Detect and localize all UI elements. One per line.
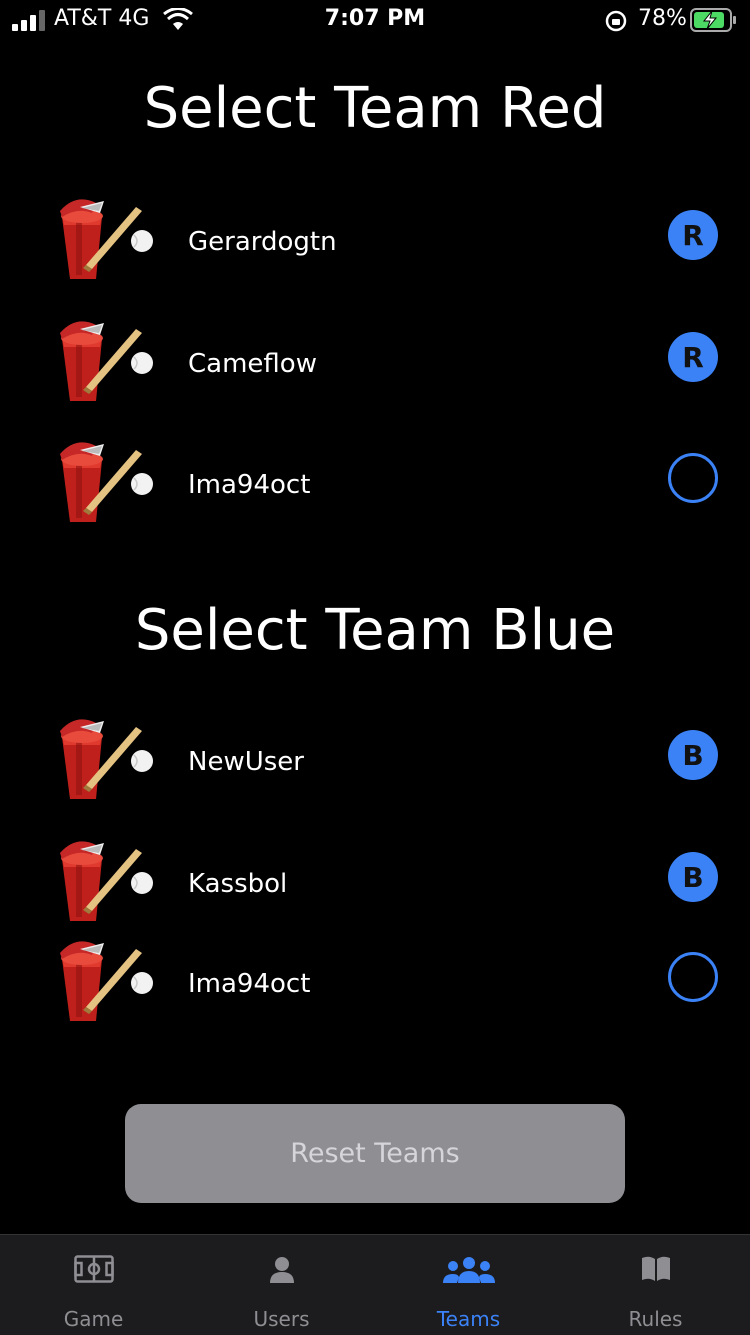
status-bar: AT&T 4G 7:07 PM 78% <box>0 0 750 40</box>
team-blue-row[interactable]: Kassbol B <box>0 837 750 937</box>
tab-teams[interactable]: Teams <box>375 1235 562 1335</box>
team-select-toggle[interactable] <box>668 453 718 503</box>
people-icon <box>442 1257 495 1283</box>
battery-charging-icon <box>690 8 736 32</box>
team-select-toggle[interactable] <box>668 952 718 1002</box>
team-select-toggle[interactable]: R <box>668 332 718 382</box>
player-name: Ima94oct <box>188 969 311 999</box>
rotation-lock-icon <box>605 10 627 32</box>
book-icon <box>641 1256 670 1281</box>
team-select-toggle[interactable]: R <box>668 210 718 260</box>
battery-percent: 78% <box>638 6 687 31</box>
player-name: Ima94oct <box>188 470 311 500</box>
field-icon <box>73 1255 114 1283</box>
player-name: Kassbol <box>188 869 288 899</box>
cup-bat-logo-icon <box>56 937 156 1027</box>
tab-bar: Game Users Teams Rules <box>0 1234 750 1335</box>
tab-rules[interactable]: Rules <box>562 1235 749 1335</box>
tab-game[interactable]: Game <box>0 1235 187 1335</box>
team-blue-title: Select Team Blue <box>134 598 616 663</box>
cup-bat-logo-icon <box>56 715 156 805</box>
tab-label: Users <box>253 1307 310 1331</box>
person-icon <box>269 1257 294 1283</box>
team-blue-row[interactable]: Ima94oct <box>0 937 750 1037</box>
cup-bat-logo-icon <box>56 438 156 528</box>
tab-label: Rules <box>628 1307 683 1331</box>
team-red-row[interactable]: Gerardogtn R <box>0 195 750 295</box>
tab-users[interactable]: Users <box>188 1235 375 1335</box>
player-name: Cameflow <box>188 349 317 379</box>
tab-label: Teams <box>436 1307 501 1331</box>
team-blue-row[interactable]: NewUser B <box>0 715 750 815</box>
player-name: Gerardogtn <box>188 227 337 257</box>
cup-bat-logo-icon <box>56 837 156 927</box>
team-red-row[interactable]: Ima94oct <box>0 438 750 538</box>
team-red-title: Select Team Red <box>143 76 607 141</box>
team-select-toggle[interactable]: B <box>668 730 718 780</box>
cup-bat-logo-icon <box>56 317 156 407</box>
team-red-row[interactable]: Cameflow R <box>0 317 750 417</box>
reset-teams-button[interactable]: Reset Teams <box>125 1104 625 1203</box>
team-select-toggle[interactable]: B <box>668 852 718 902</box>
player-name: NewUser <box>188 747 304 777</box>
cup-bat-logo-icon <box>56 195 156 285</box>
tab-label: Game <box>63 1307 124 1331</box>
